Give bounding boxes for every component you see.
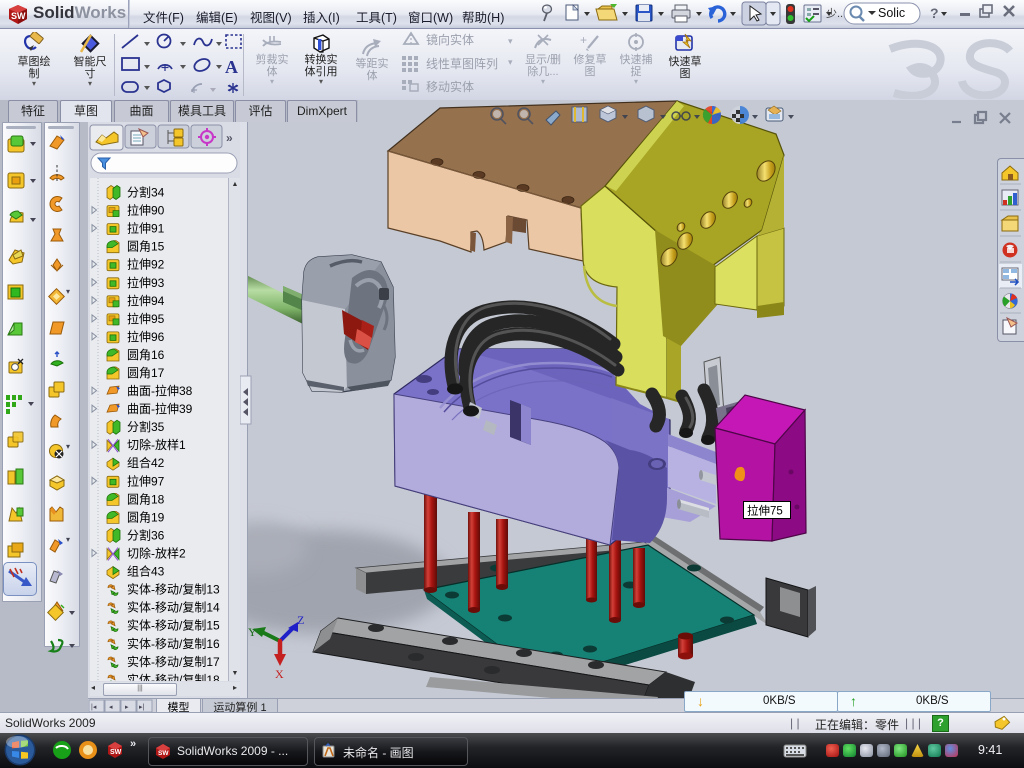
svg-text:实体-移动/复制18: 实体-移动/复制18 (127, 672, 220, 681)
svg-text:SW: SW (110, 749, 122, 756)
svg-text:圆角15: 圆角15 (127, 240, 165, 254)
svg-text:»: » (130, 738, 136, 750)
svg-text:曲面-拉伸38: 曲面-拉伸38 (127, 383, 193, 398)
svg-text:移动实体: 移动实体 (426, 79, 474, 94)
svg-text:拉伸90: 拉伸90 (127, 203, 165, 218)
svg-text:▸: ▸ (125, 704, 129, 711)
svg-text:▸|: ▸| (139, 704, 145, 711)
svg-text:线性草图阵列: 线性草图阵列 (426, 57, 498, 71)
svg-text:SW: SW (158, 750, 169, 757)
svg-text:+: + (580, 33, 587, 47)
svg-text:实体-移动/复制13: 实体-移动/复制13 (127, 582, 220, 597)
svg-text:拉伸96: 拉伸96 (127, 329, 165, 344)
svg-text:组合42: 组合42 (127, 455, 165, 470)
svg-text:组合43: 组合43 (127, 564, 165, 579)
svg-text:圆角18: 圆角18 (127, 492, 165, 506)
svg-text:实体-移动/复制16: 实体-移动/复制16 (127, 636, 220, 651)
svg-text:拉伸97: 拉伸97 (127, 473, 165, 488)
svg-text:分割36: 分割36 (127, 527, 165, 542)
svg-text:切除-放样2: 切除-放样2 (127, 546, 186, 561)
svg-text:拉伸93: 拉伸93 (127, 275, 165, 290)
svg-text:圆角17: 圆角17 (127, 366, 165, 380)
svg-text:▾: ▾ (66, 535, 70, 544)
svg-text:»: » (226, 131, 233, 145)
svg-text:Y: Y (248, 625, 257, 639)
svg-text:拉伸92: 拉伸92 (127, 257, 165, 272)
svg-text:切除-放样1: 切除-放样1 (127, 437, 186, 452)
svg-text:圆角19: 圆角19 (127, 510, 165, 524)
svg-text:拉伸95: 拉伸95 (127, 311, 165, 326)
svg-text:|◂: |◂ (91, 704, 97, 711)
svg-text:拉伸91: 拉伸91 (127, 221, 165, 236)
svg-text:实体-移动/复制17: 实体-移动/复制17 (127, 654, 220, 669)
svg-text:实体-移动/复制15: 实体-移动/复制15 (127, 618, 220, 633)
svg-text:曲面-拉伸39: 曲面-拉伸39 (127, 401, 193, 416)
svg-text:◂: ◂ (109, 704, 113, 711)
svg-text:▾: ▾ (66, 442, 70, 451)
svg-text:镜向实体: 镜向实体 (426, 32, 474, 47)
svg-text:圆角16: 圆角16 (127, 348, 165, 362)
svg-text:拉伸75: 拉伸75 (747, 504, 783, 518)
svg-text:实体-移动/复制14: 实体-移动/复制14 (127, 600, 220, 615)
svg-text:少..: 少.. (826, 7, 843, 20)
svg-text:Solic: Solic (878, 6, 905, 20)
svg-text:分割34: 分割34 (127, 185, 165, 200)
svg-text:▾: ▾ (66, 287, 70, 296)
svg-text:Z: Z (297, 613, 304, 627)
svg-text:SW: SW (11, 11, 26, 21)
svg-text:分割35: 分割35 (127, 419, 165, 434)
svg-text:?: ? (930, 5, 939, 21)
svg-text:拉伸94: 拉伸94 (127, 293, 165, 308)
svg-text:A: A (225, 57, 238, 77)
svg-text:X: X (275, 667, 284, 681)
